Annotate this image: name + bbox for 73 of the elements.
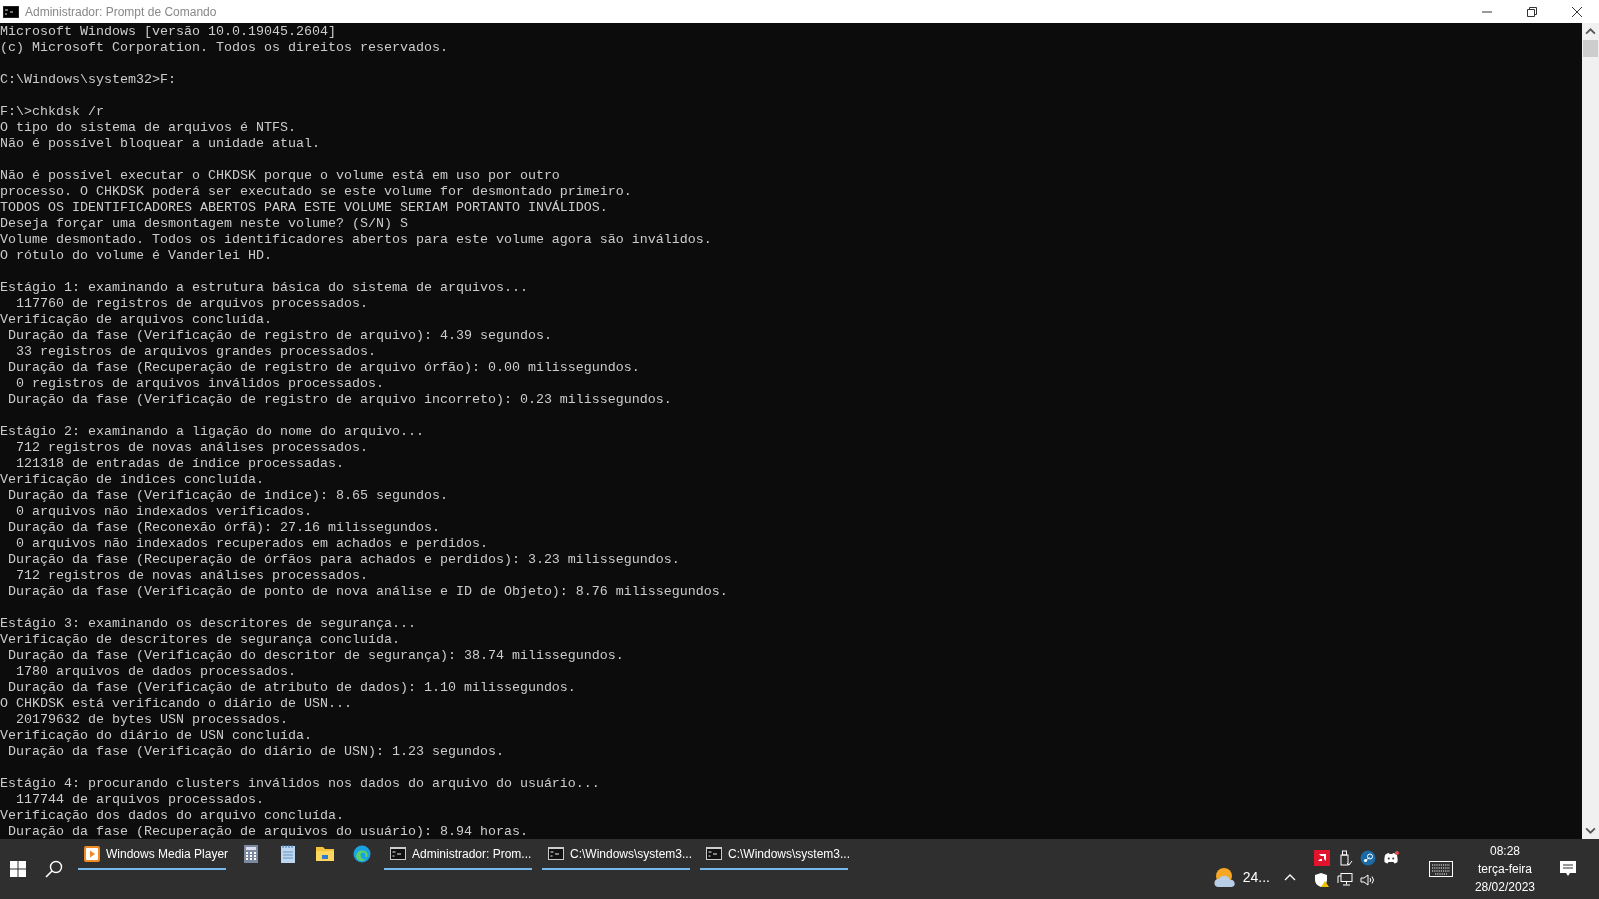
clock[interactable]: 08:28 terça-feira 28/02/2023	[1464, 842, 1545, 896]
console-icon	[548, 847, 564, 860]
console-line: Duração da fase (Verificação de atributo de dados): 1.10 milissegundos.	[7, 680, 577, 696]
shield-warning-icon[interactable]	[1313, 872, 1330, 888]
console-line: 0 registros de arquivos inválidos processados.	[15, 376, 385, 392]
console-line: Verificação de descritores de segurança concluída.	[0, 632, 401, 648]
keyboard-icon[interactable]	[1428, 861, 1453, 877]
search-icon	[45, 860, 63, 878]
scrollbar[interactable]	[1582, 23, 1599, 839]
console-line: Duração da fase (Recuperação de registro de arquivo órfão): 0.00 milissegundos.	[7, 360, 641, 376]
notepad-icon	[280, 844, 295, 863]
console-line: Estágio 2: examinando a ligação do nome do arquivo...	[0, 424, 425, 440]
console-line: 0 arquivos não indexados verificados.	[15, 504, 313, 520]
app-logo-icon[interactable]	[1313, 850, 1330, 866]
restore-icon	[1526, 6, 1537, 17]
taskbar-button[interactable]: C:\Windows\system3...	[542, 839, 690, 870]
console-line: Não é possível executar o CHKDSK porque o volume está em uso por outro	[0, 168, 561, 184]
console-line: 121318 de entradas de índice processadas.	[15, 456, 345, 472]
taskbar-button[interactable]: Administrador: Prom...	[384, 839, 532, 870]
weather-button[interactable]: 24...	[1206, 862, 1276, 892]
console-line: Duração da fase (Verificação do descritor de segurança): 38.74 milissegundos.	[7, 648, 625, 664]
console-line: Estágio 1: examinando a estrutura básica do sistema de arquivos...	[0, 280, 529, 296]
console-line: Duração da fase (Recuperação de arquivos do usuário): 8.94 horas.	[7, 824, 529, 840]
console-icon	[390, 847, 406, 860]
console-line: (c) Microsoft Corporation. Todos os direitos reservados.	[0, 40, 449, 56]
close-icon	[1571, 6, 1582, 17]
console-line: O rótulo do volume é Vanderlei HD.	[0, 248, 273, 264]
console-line: O CHKDSK está verificando o diário de USN...	[0, 696, 353, 712]
scrollbar-thumb[interactable]	[1583, 40, 1598, 57]
console-line: 20179632 de bytes USN processados.	[15, 712, 289, 728]
console-line: processo. O CHKDSK poderá ser executado se este volume for desmontado primeiro.	[0, 184, 633, 200]
windows-logo-icon	[10, 861, 26, 877]
folder-icon	[315, 846, 334, 861]
console-line: F:\>chkdsk /r	[0, 104, 105, 120]
console-line: C:\Windows\system32>F:	[0, 72, 177, 88]
network-icon[interactable]	[1336, 872, 1353, 888]
console-line: 1780 arquivos de dados processados.	[15, 664, 297, 680]
taskbar-button[interactable]: C:\Windows\system3...	[700, 839, 848, 870]
console-line: Estágio 3: examinando os descritores de segurança...	[0, 616, 417, 632]
notification-icon[interactable]	[1559, 860, 1577, 878]
calculator-icon	[243, 844, 258, 863]
console-line: TODOS OS IDENTIFICADORES ABERTOS PARA ESTE VOLUME SERIAM PORTANTO INVÁLIDOS.	[0, 200, 609, 216]
console-line: Duração da fase (Verificação de índice): 8.65 segundos.	[7, 488, 449, 504]
console-icon	[706, 847, 722, 860]
console-line: 712 registros de novas análises processados.	[15, 440, 369, 456]
console-line: Verificação dos dados do arquivo concluída.	[0, 808, 345, 824]
console-line: 117760 de registros de arquivos processados.	[15, 296, 369, 312]
console-line: Deseja forçar uma desmontagem neste volume? (S/N) S	[0, 216, 409, 232]
console-line: 712 registros de novas análises processados.	[15, 568, 369, 584]
console-line: 0 arquivos não indexados recuperados em achados e perdidos.	[15, 536, 489, 552]
console-line: 33 registros de arquivos grandes processados.	[15, 344, 377, 360]
console-line: Duração da fase (Verificação de ponto de nova análise e ID de Objeto): 8.76 milissegundos.	[7, 584, 729, 600]
console-line: Estágio 4: procurando clusters inválidos nos dados do arquivo do usuário...	[0, 776, 601, 792]
console-line: O tipo do sistema de arquivos é NTFS.	[0, 120, 297, 136]
console-line: Não é possível bloquear a unidade atual.	[0, 136, 321, 152]
play-icon	[84, 845, 100, 862]
console-line: Volume desmontado. Todos os identificadores abertos para este volume agora são inválidos.	[0, 232, 713, 248]
speaker-icon[interactable]	[1359, 872, 1376, 888]
console-icon	[3, 5, 19, 18]
console-line: Duração da fase (Verificação do diário de USN): 1.23 segundos.	[7, 744, 505, 760]
browser-icon	[352, 844, 371, 863]
console-line: Verificação do diário de USN concluída.	[0, 728, 313, 744]
console-line: 117744 de arquivos processados.	[15, 792, 265, 808]
console-line: Microsoft Windows [versão 10.0.19045.2604]	[0, 24, 337, 40]
console-line: Duração da fase (Verificação de registro de arquivo): 4.39 segundos.	[7, 328, 553, 344]
console-line: Verificação de índices concluída.	[0, 472, 265, 488]
console-line: Duração da fase (Recuperação de órfãos para achados e perdidos): 3.23 milissegundos.	[7, 552, 681, 568]
window-title: Administrador: Prompt de Comando	[25, 4, 217, 19]
console-line: Verificação de arquivos concluída.	[0, 312, 273, 328]
sun-cloud-icon	[1212, 866, 1237, 888]
taskbar-button[interactable]: Windows Media Player	[78, 839, 226, 870]
console-line: Duração da fase (Verificação de registro de arquivo incorreto): 0.23 milissegundos.	[7, 392, 673, 408]
console-line: Duração da fase (Reconexão órfã): 27.16 milissegundos.	[7, 520, 441, 536]
